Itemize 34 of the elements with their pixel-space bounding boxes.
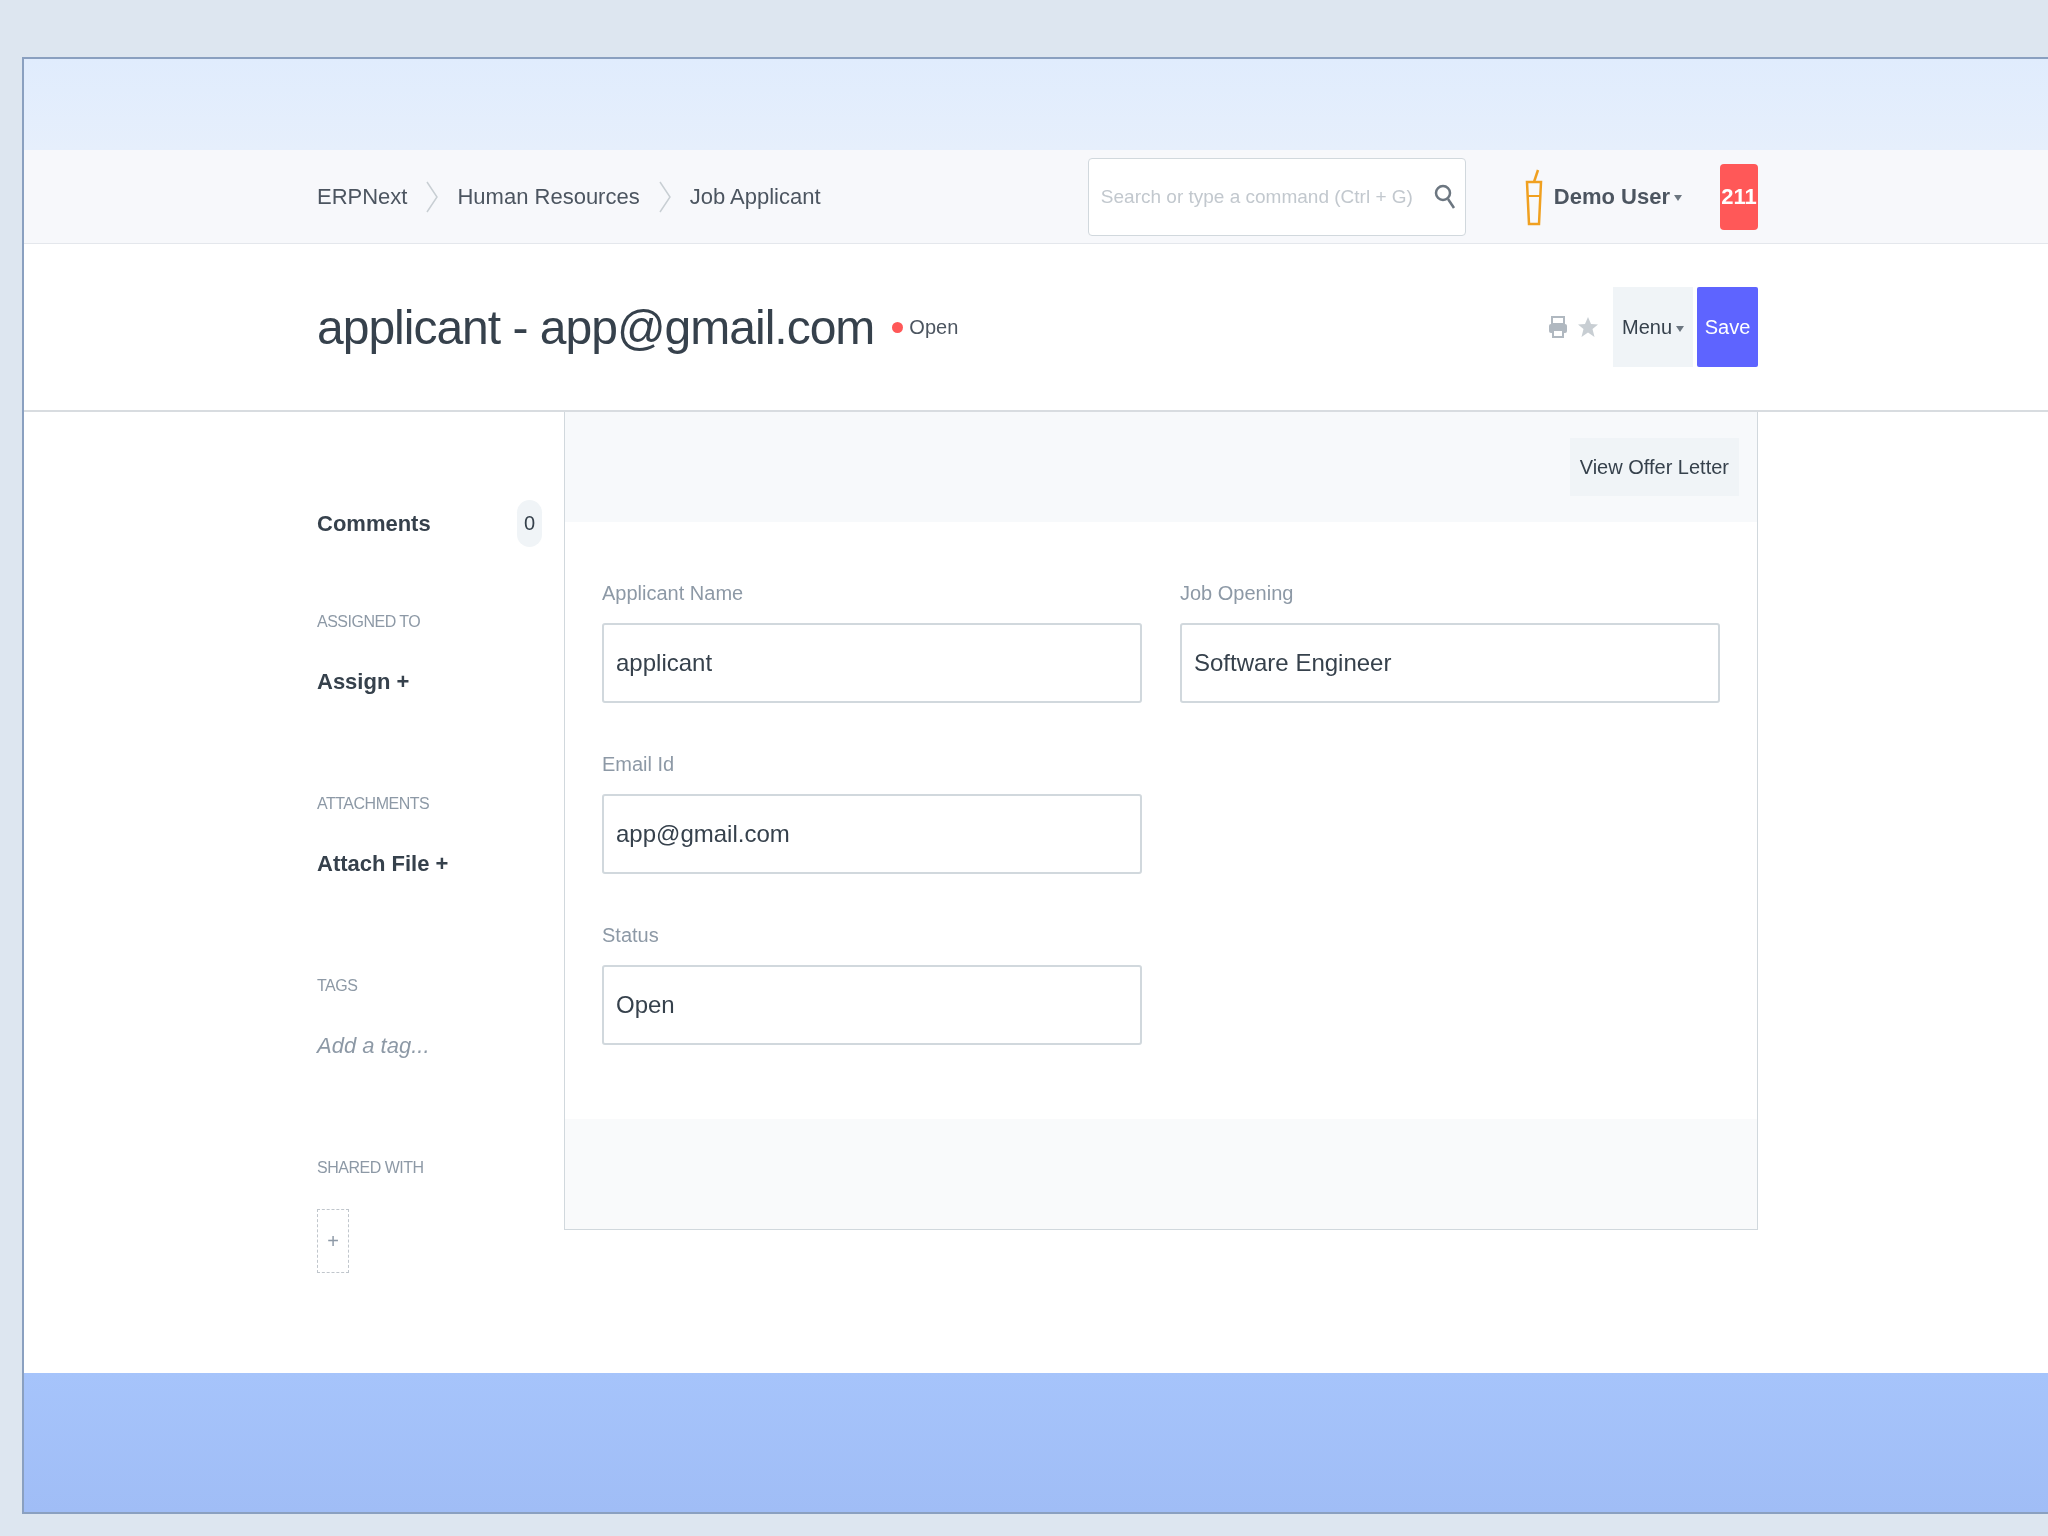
field-label: Applicant Name xyxy=(602,582,745,606)
menu-button[interactable]: Menu xyxy=(1613,287,1693,368)
caret-icon xyxy=(1674,194,1682,201)
section-heading: ATTACHMENTS xyxy=(317,795,431,814)
sidebar-link[interactable]: Assign + xyxy=(317,669,410,695)
chevron-icon xyxy=(657,179,672,214)
print-icon[interactable] xyxy=(1547,315,1569,340)
chevron-icon xyxy=(425,179,440,214)
user-menu[interactable]: Demo User xyxy=(1553,183,1682,210)
search-icon xyxy=(1433,182,1456,211)
drink-icon xyxy=(1523,167,1544,226)
text-field[interactable]: Software Engineer xyxy=(1180,623,1720,704)
breadcrumb-link[interactable]: Job Applicant xyxy=(689,183,821,210)
view-offer-letter-button[interactable]: View Offer Letter xyxy=(1569,438,1739,497)
breadcrumb-link[interactable]: ERPNext xyxy=(317,183,408,210)
section-heading: TAGS xyxy=(317,977,359,996)
breadcrumb-link[interactable]: Human Resources xyxy=(457,183,640,210)
comments-link[interactable]: Comments xyxy=(317,510,431,537)
field-label: Status xyxy=(602,924,660,948)
sidebar-link[interactable]: Attach File + xyxy=(317,851,449,877)
comment-count: 0 xyxy=(516,500,542,548)
section-heading: SHARED WITH xyxy=(317,1159,425,1178)
status-dot xyxy=(892,321,904,333)
text-field[interactable]: applicant xyxy=(602,623,1142,704)
save-button[interactable]: Save xyxy=(1697,287,1758,368)
status-label: Open xyxy=(909,315,959,339)
section-heading: ASSIGNED TO xyxy=(317,613,422,632)
page-title: applicant - app@gmail.com xyxy=(317,299,875,355)
text-field[interactable]: app@gmail.com xyxy=(602,794,1142,875)
search-field[interactable]: Search or type a command (Ctrl + G) xyxy=(1087,157,1466,236)
caret-icon xyxy=(1676,325,1684,332)
field-label: Email Id xyxy=(602,753,676,777)
text-field[interactable]: Open xyxy=(602,965,1142,1046)
field-label: Job Opening xyxy=(1180,582,1295,606)
